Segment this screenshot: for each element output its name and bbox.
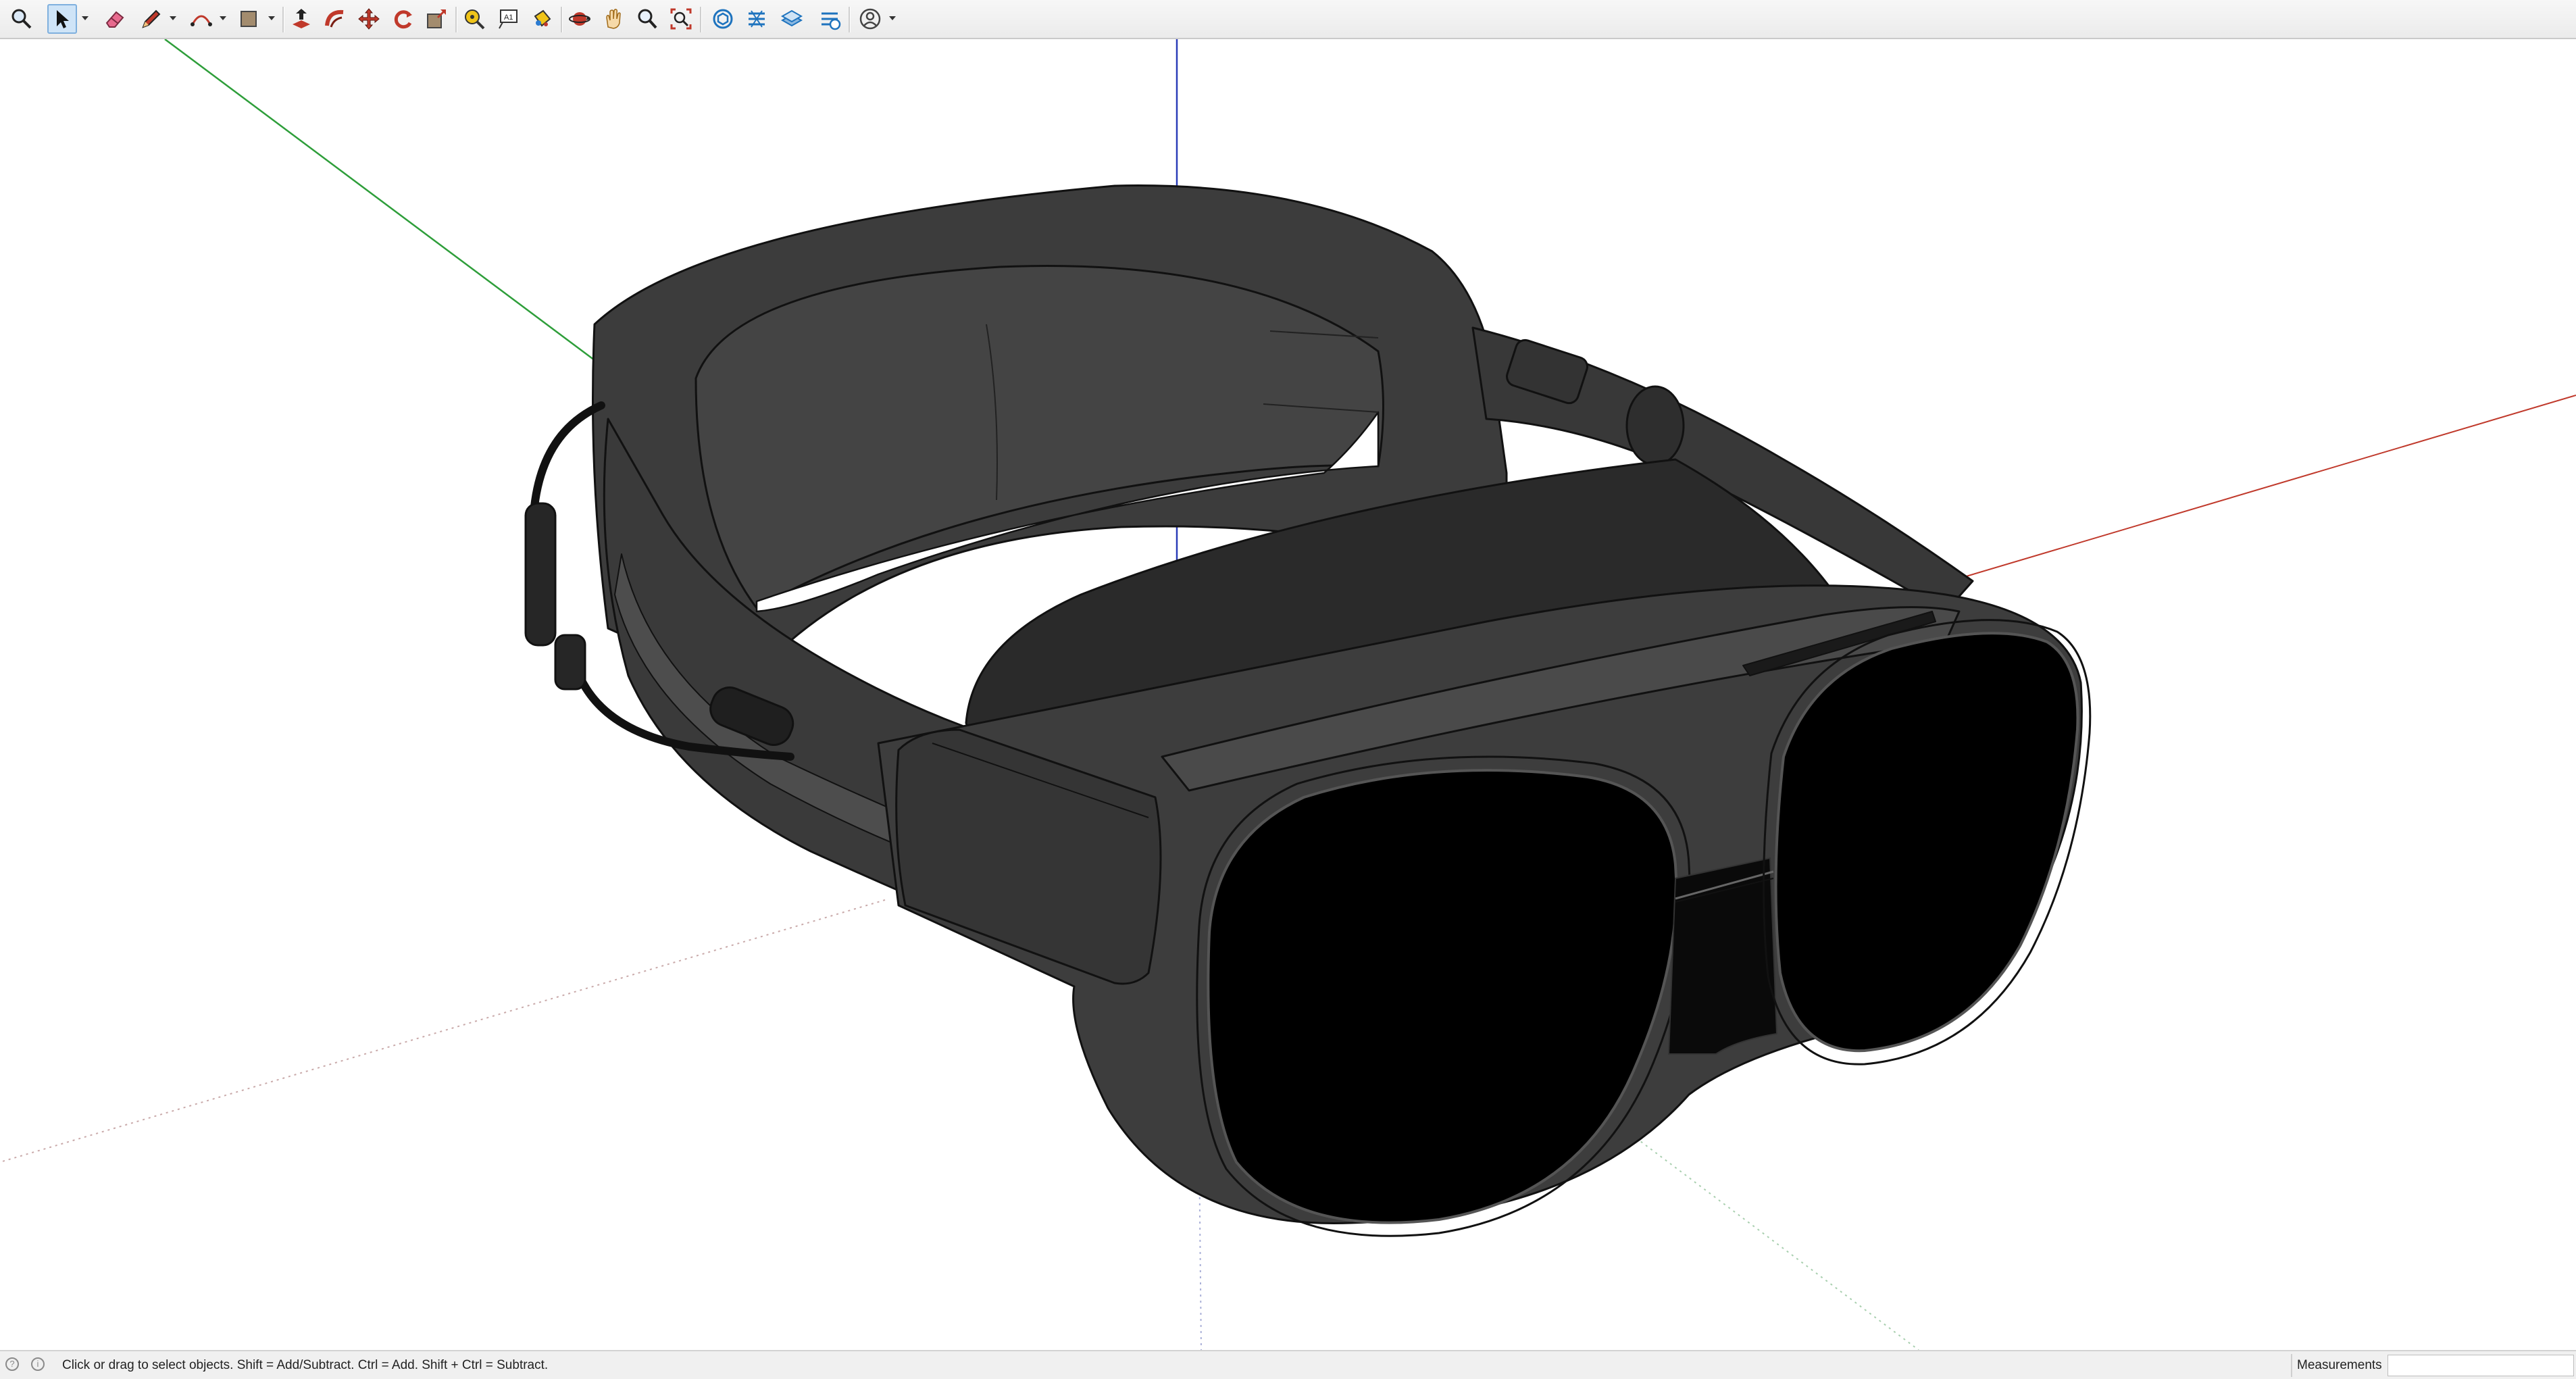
select-icon[interactable] bbox=[47, 4, 77, 34]
extension-manager-icon[interactable] bbox=[815, 4, 844, 34]
info-icon[interactable]: i bbox=[31, 1357, 45, 1371]
move-icon[interactable] bbox=[354, 4, 384, 34]
status-bar: ? i Click or drag to select objects. Shi… bbox=[0, 1350, 2576, 1379]
orbit-icon[interactable] bbox=[565, 4, 595, 34]
arc-icon[interactable] bbox=[186, 4, 216, 34]
toolbar-separator bbox=[561, 7, 563, 32]
svg-text:A1: A1 bbox=[504, 14, 513, 22]
arc-dropdown-icon[interactable] bbox=[220, 16, 226, 20]
vr-headset-model[interactable] bbox=[524, 184, 2092, 1237]
extension-warehouse-icon[interactable] bbox=[742, 4, 772, 34]
scale-icon[interactable] bbox=[422, 4, 451, 34]
pencil-icon[interactable] bbox=[136, 4, 166, 34]
measurements-input[interactable] bbox=[2388, 1355, 2574, 1376]
zoom-icon[interactable] bbox=[632, 4, 662, 34]
status-hint: Click or drag to select objects. Shift =… bbox=[62, 1358, 549, 1372]
tape-measure-icon[interactable] bbox=[459, 4, 489, 34]
red-axis bbox=[1945, 395, 2576, 583]
strap-dial-right[interactable] bbox=[1625, 385, 1685, 466]
follow-me-icon[interactable] bbox=[320, 4, 350, 34]
main-toolbar: A1 bbox=[0, 0, 2576, 39]
select-dropdown-icon[interactable] bbox=[82, 16, 89, 20]
status-separator bbox=[2291, 1354, 2292, 1377]
green-axis bbox=[164, 39, 595, 361]
scene-canvas[interactable] bbox=[0, 39, 2576, 1350]
text-icon[interactable]: A1 bbox=[493, 4, 523, 34]
account-dropdown-icon[interactable] bbox=[889, 16, 896, 20]
lens-right[interactable] bbox=[1774, 632, 2079, 1053]
toolbar-separator bbox=[849, 7, 851, 32]
rectangle-icon[interactable] bbox=[234, 4, 263, 34]
measurements-label: Measurements bbox=[2297, 1358, 2382, 1372]
eraser-icon[interactable] bbox=[100, 4, 130, 34]
audio-plug[interactable] bbox=[524, 502, 557, 647]
paint-bucket-icon[interactable] bbox=[527, 4, 557, 34]
layout-icon[interactable] bbox=[777, 4, 807, 34]
green-axis-dotted bbox=[1621, 1126, 1919, 1350]
3d-viewport[interactable] bbox=[0, 39, 2576, 1350]
3d-warehouse-icon[interactable] bbox=[708, 4, 738, 34]
zoom-window-icon[interactable] bbox=[7, 4, 36, 34]
zoom-extents-icon[interactable] bbox=[666, 4, 696, 34]
pan-icon[interactable] bbox=[599, 4, 628, 34]
push-pull-icon[interactable] bbox=[286, 4, 316, 34]
toolbar-separator bbox=[282, 7, 284, 32]
audio-plug-tip[interactable] bbox=[554, 634, 586, 691]
toolbar-separator bbox=[455, 7, 457, 32]
geolocation-icon[interactable]: ? bbox=[5, 1357, 19, 1371]
rotate-icon[interactable] bbox=[388, 4, 418, 34]
nose-bridge bbox=[1668, 857, 1777, 1055]
red-axis-dotted bbox=[0, 899, 886, 1163]
toolbar-separator bbox=[700, 7, 702, 32]
pencil-dropdown-icon[interactable] bbox=[170, 16, 176, 20]
rectangle-dropdown-icon[interactable] bbox=[268, 16, 275, 20]
account-icon[interactable] bbox=[855, 4, 885, 34]
